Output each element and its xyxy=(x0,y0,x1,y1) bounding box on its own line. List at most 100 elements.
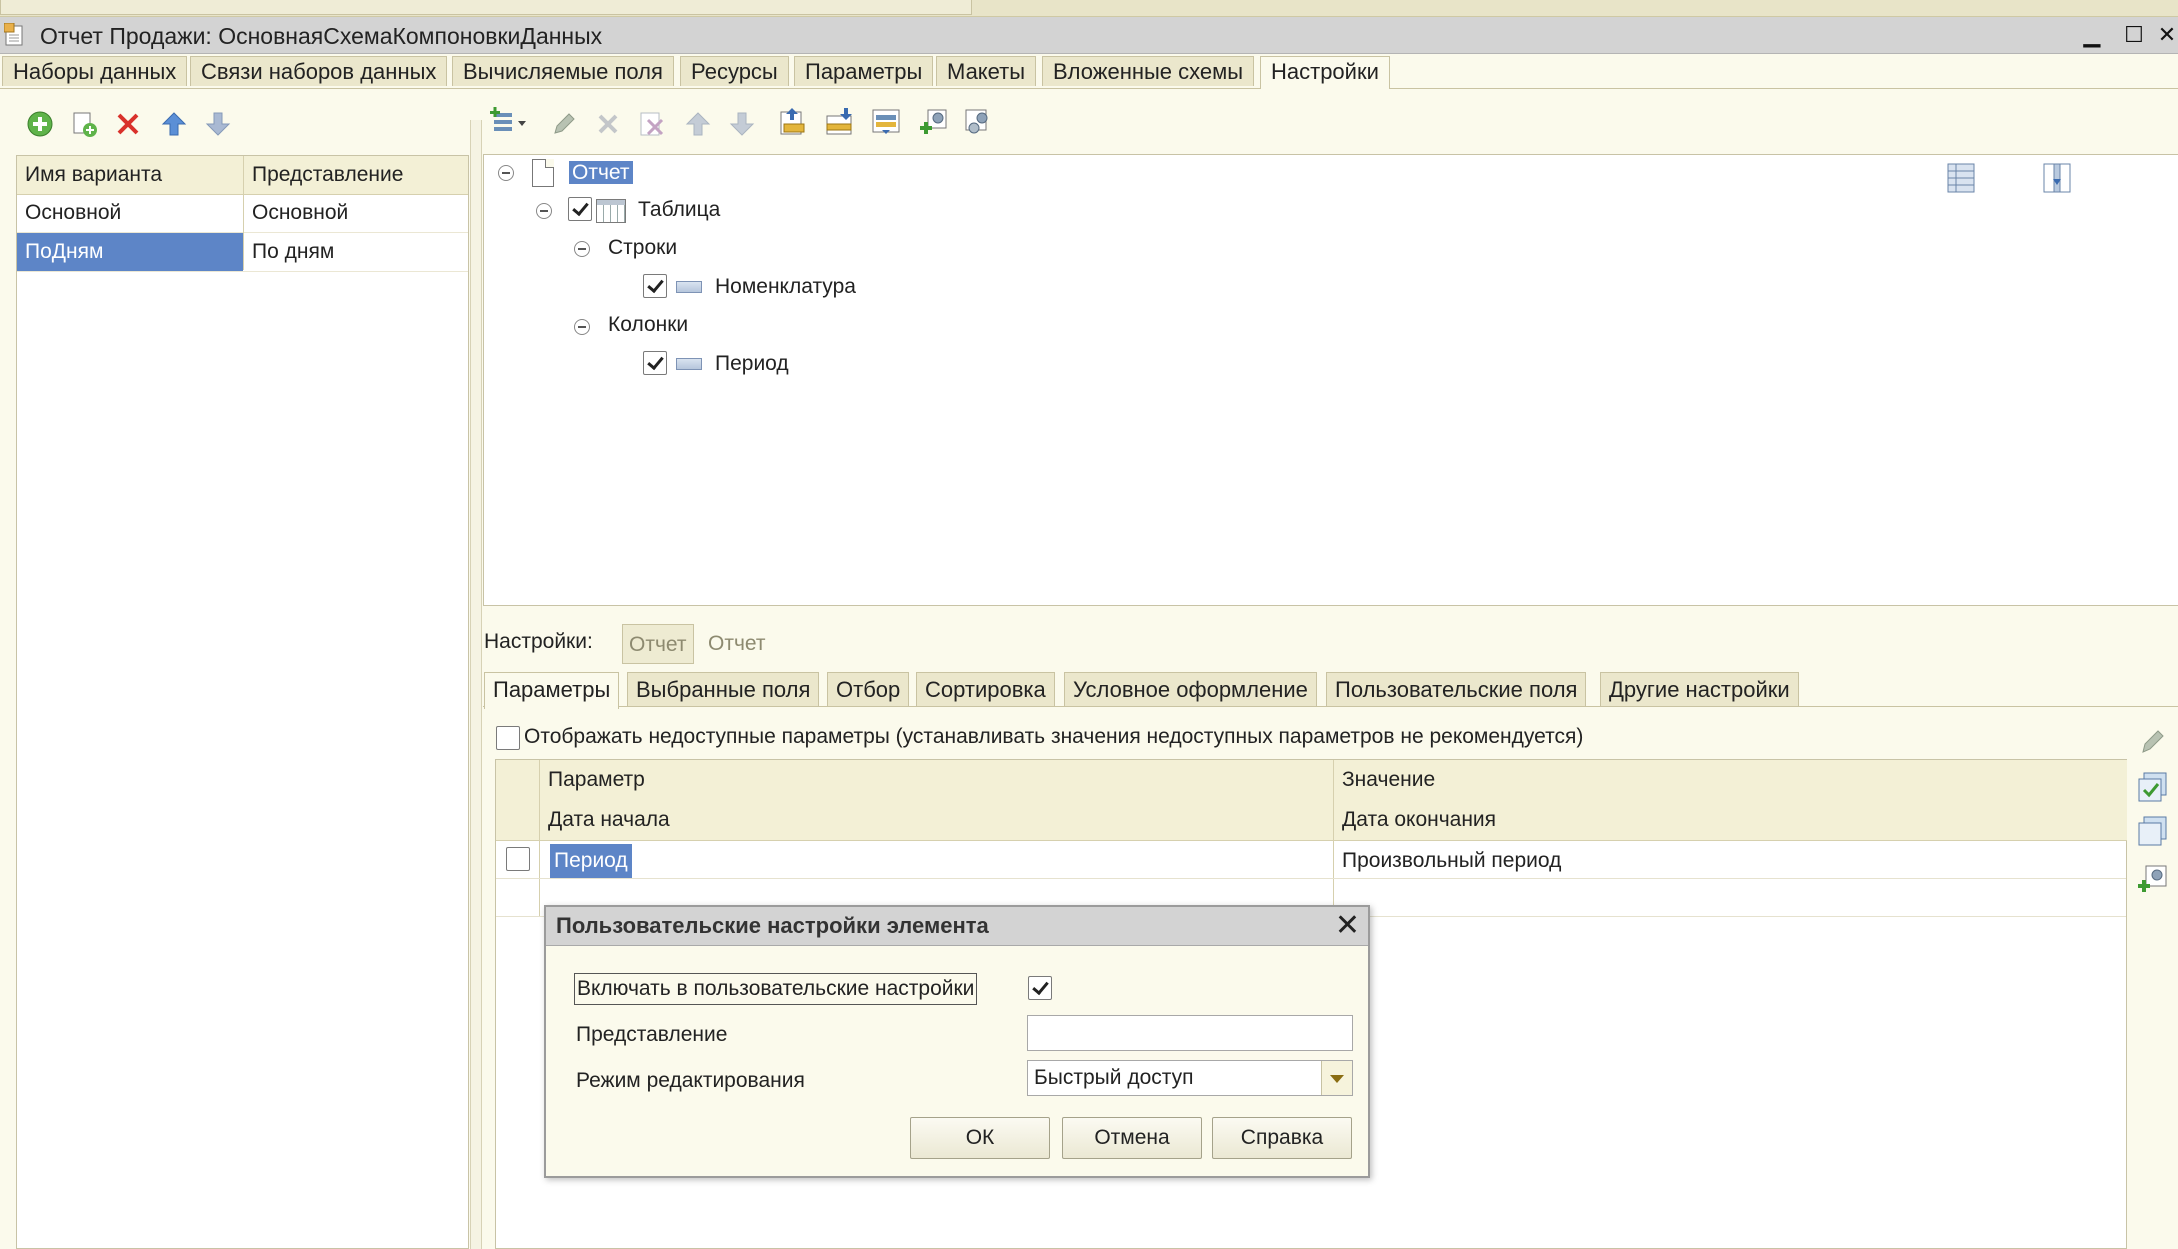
tree-node-rows[interactable]: Строки xyxy=(608,232,677,264)
clear-element-button[interactable] xyxy=(636,108,668,140)
window-title-bar: Отчет Продажи: ОсновнаяСхемаКомпоновкиДа… xyxy=(0,17,2178,54)
edit-mode-label: Режим редактирования xyxy=(576,1069,805,1092)
delete-element-button[interactable] xyxy=(592,108,624,140)
minimize-button[interactable]: ▁ xyxy=(2074,21,2110,49)
tree-node-columns-field[interactable]: Период xyxy=(715,348,789,380)
settings-current-element-link[interactable]: Отчет xyxy=(702,624,772,664)
add-icon xyxy=(27,111,53,137)
column-header-view[interactable]: Представление xyxy=(244,156,468,194)
maximize-button[interactable]: ☐ xyxy=(2116,21,2152,49)
move-down-element-button[interactable] xyxy=(726,108,758,140)
dialog-title: Пользовательские настройки элемента xyxy=(556,913,989,938)
table-icon xyxy=(596,199,626,223)
main-tabs: Наборы данных Связи наборов данных Вычис… xyxy=(0,54,2178,89)
edit-element-button[interactable] xyxy=(548,108,580,140)
cancel-button[interactable]: Отмена xyxy=(1062,1117,1202,1159)
variants-table: Имя варианта Представление Основной Осно… xyxy=(16,155,469,1249)
tab-filter[interactable]: Отбор xyxy=(827,672,910,706)
group-button[interactable] xyxy=(870,106,902,138)
copy-icon[interactable] xyxy=(2136,814,2170,848)
window-title: Отчет Продажи: ОсновнаяСхемаКомпоновкиДа… xyxy=(40,23,603,49)
include-in-user-settings-label[interactable]: Включать в пользовательские настройки xyxy=(574,973,978,1005)
close-window-button[interactable]: ✕ xyxy=(2156,21,2178,49)
move-up-variant-button[interactable] xyxy=(158,108,190,140)
parameter-name-cell[interactable]: Период xyxy=(550,844,632,878)
delete-variant-button[interactable] xyxy=(112,108,144,140)
check-list-icon[interactable] xyxy=(2136,770,2170,804)
tab-parameters[interactable]: Параметры xyxy=(794,56,934,86)
variant-view-cell: Основной xyxy=(252,201,349,224)
tab-user-fields[interactable]: Пользовательские поля xyxy=(1326,672,1587,706)
include-in-user-settings-checkbox[interactable] xyxy=(1028,976,1052,1000)
tab-dataset-links[interactable]: Связи наборов данных xyxy=(190,56,448,86)
table-layout-icon[interactable] xyxy=(1944,161,1978,195)
parameter-use-checkbox[interactable] xyxy=(506,847,530,871)
ok-button[interactable]: ОК xyxy=(910,1117,1050,1159)
view-input[interactable] xyxy=(1027,1015,1353,1051)
tab-templates[interactable]: Макеты xyxy=(936,56,1037,86)
clear-icon xyxy=(640,112,664,136)
settings-label: Настройки: xyxy=(484,630,593,653)
tree-node-columns[interactable]: Колонки xyxy=(608,309,688,341)
dialog-title-bar: Пользовательские настройки элемента ✕ xyxy=(546,907,1368,946)
tree-node-table[interactable]: Таблица xyxy=(638,194,720,226)
copy-add-icon xyxy=(73,112,97,137)
tab-nested-schemas[interactable]: Вложенные схемы xyxy=(1042,56,1255,86)
show-unavailable-checkbox[interactable] xyxy=(496,726,520,750)
collapse-toggle[interactable] xyxy=(498,165,514,181)
collapse-toggle[interactable] xyxy=(536,203,552,219)
tree-node-rows-field[interactable]: Номенклатура xyxy=(715,271,856,303)
settings-icon xyxy=(965,109,988,134)
tab-other-settings[interactable]: Другие настройки xyxy=(1600,672,1799,706)
collapse-toggle[interactable] xyxy=(574,241,590,257)
collapse-toggle[interactable] xyxy=(574,319,590,335)
dialog-close-button[interactable]: ✕ xyxy=(1335,909,1360,943)
variant-name-cell: Основной xyxy=(25,201,122,224)
help-button[interactable]: Справка xyxy=(1212,1117,1352,1159)
tree-checkbox[interactable] xyxy=(643,274,667,298)
tab-calculated-fields[interactable]: Вычисляемые поля xyxy=(452,56,674,86)
edit-mode-select[interactable]: Быстрый доступ xyxy=(1027,1060,1353,1096)
arrow-down-icon xyxy=(205,112,231,136)
tab-resources[interactable]: Ресурсы xyxy=(680,56,789,86)
move-level-down-button[interactable] xyxy=(824,106,856,138)
column-header-start-date[interactable]: Дата начала xyxy=(540,800,1338,840)
view-label: Представление xyxy=(576,1023,728,1046)
tree-checkbox[interactable] xyxy=(643,351,667,375)
tree-node-label: Отчет xyxy=(569,161,633,184)
move-up-element-button[interactable] xyxy=(682,108,714,140)
tab-datasets[interactable]: Наборы данных xyxy=(2,56,188,86)
arrow-down-icon xyxy=(729,112,755,136)
add-settings-icon[interactable] xyxy=(2136,862,2170,896)
row-selector-header xyxy=(496,760,540,841)
chevron-down-icon[interactable] xyxy=(1321,1061,1352,1095)
tab-settings[interactable]: Настройки xyxy=(1260,56,1390,89)
column-header-variant-name[interactable]: Имя варианта xyxy=(17,156,243,194)
field-icon xyxy=(676,281,702,293)
add-grouping-button[interactable] xyxy=(488,106,532,138)
column-layout-icon[interactable] xyxy=(2040,161,2074,195)
tab-settings-parameters[interactable]: Параметры xyxy=(484,672,620,709)
element-settings-button[interactable] xyxy=(962,106,994,138)
panel-splitter[interactable] xyxy=(470,120,482,1249)
tab-conditional-formatting[interactable]: Условное оформление xyxy=(1064,672,1317,706)
delete-icon xyxy=(117,113,139,135)
column-header-value[interactable]: Значение xyxy=(1334,760,2132,800)
move-level-up-button[interactable] xyxy=(778,106,810,138)
parameter-value-cell[interactable]: Произвольный период xyxy=(1342,844,1561,878)
column-header-end-date[interactable]: Дата окончания xyxy=(1334,800,2132,840)
report-icon xyxy=(4,23,23,46)
tab-selected-fields[interactable]: Выбранные поля xyxy=(627,672,820,706)
add-settings-button[interactable] xyxy=(918,106,950,138)
tree-node-report[interactable]: Отчет xyxy=(569,157,633,189)
copy-variant-button[interactable] xyxy=(68,108,100,140)
pencil-icon[interactable] xyxy=(2138,726,2168,756)
tab-sorting[interactable]: Сортировка xyxy=(916,672,1055,706)
tree-checkbox[interactable] xyxy=(568,197,592,221)
move-down-variant-button[interactable] xyxy=(202,108,234,140)
structure-tree: Отчет Таблица Строки Номенклатура Колонк… xyxy=(483,154,2178,606)
edit-mode-value: Быстрый доступ xyxy=(1034,1066,1194,1089)
settings-current-element[interactable]: Отчет xyxy=(622,624,694,664)
add-variant-button[interactable] xyxy=(24,108,56,140)
column-header-parameter[interactable]: Параметр xyxy=(540,760,1338,800)
